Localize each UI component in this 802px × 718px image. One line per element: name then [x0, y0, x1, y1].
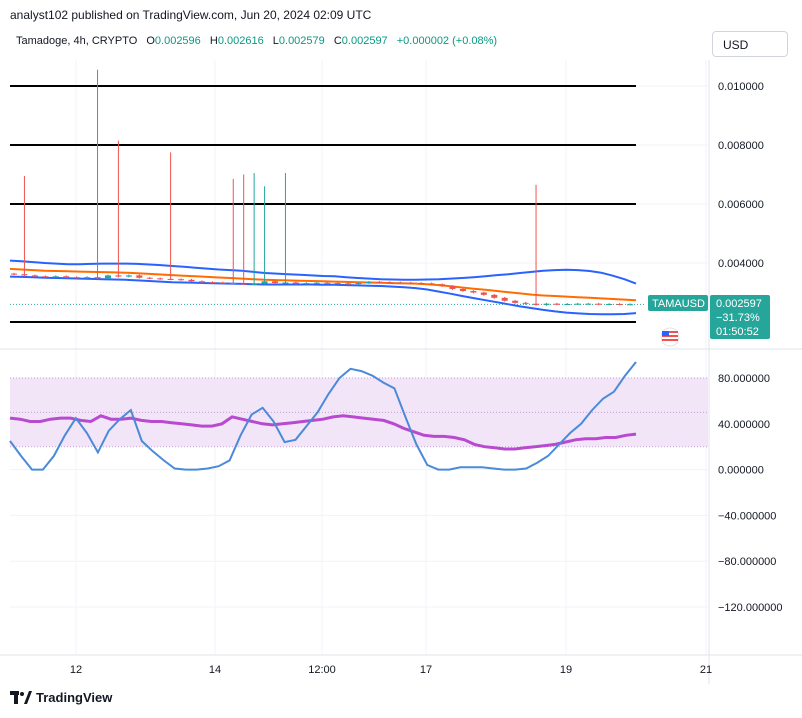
candle-body — [501, 297, 508, 301]
candle-body — [616, 304, 623, 306]
price-tag-change: −31.73% — [716, 312, 760, 324]
candle-body — [282, 282, 289, 284]
candle-body — [491, 294, 498, 298]
candle-body — [31, 275, 38, 277]
candle-body — [11, 273, 17, 275]
candle-body — [219, 282, 226, 284]
us-flag-icon — [660, 327, 680, 347]
candle-body — [209, 282, 216, 284]
osc-tick-label: 40.000000 — [718, 419, 770, 431]
osc-tick-label: 0.000000 — [718, 465, 764, 477]
candle-body — [418, 283, 425, 285]
candle-body — [459, 288, 466, 292]
candle-body — [292, 282, 299, 284]
candle-body — [73, 277, 80, 279]
candle-body — [240, 283, 247, 285]
candle-body — [480, 292, 487, 295]
price-tag-price: 0.002597 — [716, 298, 762, 310]
candle-body — [167, 278, 174, 280]
candle-body — [198, 281, 205, 283]
candle-body — [355, 283, 362, 285]
candle-body — [115, 275, 122, 277]
candle-body — [52, 276, 59, 278]
ticker-text: TAMAUSD — [652, 298, 705, 310]
candle-body — [63, 276, 70, 278]
candle-body — [345, 283, 352, 285]
candle-body — [42, 276, 49, 278]
candle-body — [376, 281, 383, 283]
candle-body — [303, 283, 310, 285]
candle-body — [251, 283, 258, 285]
candle-body — [470, 291, 477, 293]
candle-body — [125, 275, 132, 277]
footer-brand: TradingView — [10, 690, 112, 705]
candle-body — [533, 303, 540, 305]
candle-body — [178, 279, 185, 281]
candle-body — [230, 283, 237, 285]
candle-body — [595, 303, 602, 305]
time-tick-label: 12 — [70, 664, 82, 676]
candle-body — [365, 281, 372, 284]
candle-body — [606, 304, 613, 306]
candle-body — [21, 274, 28, 276]
time-tick-label: 12:00 — [308, 664, 336, 676]
candle-body — [397, 282, 404, 284]
bollinger-bands — [9, 259, 637, 316]
grid-lines — [10, 60, 708, 655]
candle-body — [512, 300, 519, 303]
candle-body — [313, 282, 320, 284]
price-tick-label: 0.010000 — [718, 81, 764, 93]
candle-body — [574, 303, 581, 305]
tradingview-logo-icon — [10, 690, 32, 704]
osc-tick-label: −40.000000 — [718, 510, 776, 522]
osc-tick-label: −80.000000 — [718, 556, 776, 568]
price-tick-label: 0.004000 — [718, 258, 764, 270]
candle-body — [449, 286, 456, 289]
price-chart[interactable]: 0.010000 0.008000 0.006000 0.004000 80.00000… — [0, 0, 802, 718]
candle-body — [585, 303, 592, 305]
candle-body — [84, 277, 91, 279]
candle-body — [543, 303, 550, 305]
candle-body — [428, 283, 435, 285]
brand-name: TradingView — [36, 690, 113, 705]
candle-body — [324, 282, 331, 284]
osc-tick-label: 80.000000 — [718, 373, 770, 385]
candle-body — [522, 302, 529, 304]
candle-body — [564, 304, 571, 306]
time-tick-label: 14 — [209, 664, 221, 676]
candle-body — [146, 277, 153, 279]
osc-tick-label: −120.000000 — [718, 602, 783, 614]
candle-body — [627, 304, 633, 306]
candle-body — [94, 277, 101, 279]
candle-body — [136, 275, 143, 278]
time-tick-label: 17 — [420, 664, 432, 676]
price-tick-label: 0.008000 — [718, 140, 764, 152]
time-tick-label: 19 — [560, 664, 572, 676]
time-tick-label: 21 — [700, 664, 712, 676]
candle-body — [386, 282, 393, 284]
candle-body — [188, 279, 195, 282]
axes: 0.010000 0.008000 0.006000 0.004000 80.00000… — [0, 60, 802, 684]
candle-body — [334, 283, 341, 285]
candle-body — [104, 275, 111, 279]
candle-body — [261, 281, 268, 284]
price-tag-countdown: 01:50:52 — [716, 326, 759, 338]
candle-body — [157, 278, 164, 280]
candle-body — [439, 284, 446, 287]
candle-body — [407, 282, 414, 284]
horizontal-levels — [10, 85, 646, 323]
price-tick-label: 0.006000 — [718, 199, 764, 211]
candle-body — [553, 303, 560, 305]
candle-body — [272, 281, 279, 284]
